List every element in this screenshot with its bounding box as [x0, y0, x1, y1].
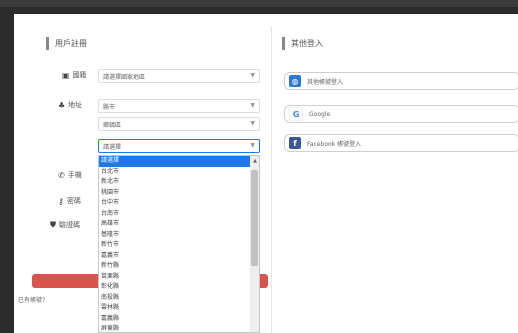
- left-title-text: 用戶註冊: [55, 39, 87, 48]
- password-label-text: 密碼: [66, 197, 81, 205]
- chevron-down-icon: ▼: [250, 120, 255, 127]
- register-modal: 用戶註冊 其他登入 ▣ 國籍 請選擇國家地區 ▼ ♣ 地址 縣市 ▼ 鄉鎮區 ▼…: [14, 14, 518, 333]
- shield-icon: ⛊: [50, 220, 56, 229]
- dropdown-option[interactable]: 屏東縣: [99, 324, 259, 332]
- globe-icon: ◍: [289, 75, 301, 87]
- dropdown-scrollbar[interactable]: ▲: [250, 156, 259, 332]
- dropdown-option[interactable]: 南投縣: [99, 293, 259, 304]
- city-select[interactable]: 縣市 ▼: [98, 99, 260, 113]
- nationality-select[interactable]: 請選擇國家地區 ▼: [98, 69, 260, 83]
- district-value: 鄉鎮區: [103, 122, 122, 129]
- nationality-label-text: 國籍: [72, 71, 87, 79]
- key-icon: ⚷: [58, 196, 64, 206]
- dropdown-option[interactable]: 請選擇: [99, 156, 259, 167]
- row-address-label: ♣ 地址: [58, 100, 82, 110]
- top-bar: [0, 0, 518, 7]
- dropdown-option[interactable]: 苗栗縣: [99, 272, 259, 283]
- row-captcha-label: ⛊ 驗證碼: [50, 220, 80, 230]
- building-icon: ♣: [58, 100, 66, 110]
- dropdown-option[interactable]: 新竹縣: [99, 261, 259, 272]
- dropdown-scroll-thumb[interactable]: [251, 170, 258, 266]
- dropdown-option[interactable]: 新竹市: [99, 240, 259, 251]
- dropdown-option[interactable]: 雲林縣: [99, 303, 259, 314]
- social-label: Facebook 帳號登入: [307, 140, 362, 148]
- nationality-value: 請選擇國家地區: [103, 74, 146, 81]
- right-section-title: 其他登入: [282, 37, 323, 50]
- social-login-google[interactable]: G Google: [284, 105, 518, 123]
- login-link[interactable]: 已有帳號?: [18, 295, 45, 304]
- chevron-down-icon: ▼: [250, 142, 255, 149]
- social-login-other[interactable]: ◍ 其他帳號登入: [284, 72, 518, 90]
- dropdown-option[interactable]: 台中市: [99, 198, 259, 209]
- dropdown-option[interactable]: 基隆市: [99, 230, 259, 241]
- city-value: 縣市: [103, 104, 116, 111]
- dropdown-option[interactable]: 桃園市: [99, 188, 259, 199]
- dropdown-option[interactable]: 嘉義市: [99, 251, 259, 262]
- google-icon: G: [289, 107, 303, 121]
- dropdown-option[interactable]: 台北市: [99, 167, 259, 178]
- row-password-label: ⚷ 密碼: [58, 196, 81, 206]
- left-section-title: 用戶註冊: [46, 37, 87, 50]
- area-select[interactable]: 請選擇 ▼: [98, 139, 260, 153]
- right-title-text: 其他登入: [291, 39, 323, 48]
- social-login-facebook[interactable]: f Facebook 帳號登入: [284, 134, 518, 152]
- flag-icon: ▣: [62, 70, 70, 80]
- title-accent-bar: [46, 37, 49, 50]
- captcha-label-text: 驗證碼: [59, 221, 80, 229]
- title-accent-bar: [282, 37, 285, 50]
- dropdown-option[interactable]: 高雄市: [99, 219, 259, 230]
- row-phone-label: ✆ 手機: [58, 170, 82, 180]
- phone-label-text: 手機: [67, 171, 82, 179]
- social-label: 其他帳號登入: [307, 78, 344, 86]
- address-label-text: 地址: [68, 101, 83, 109]
- district-select[interactable]: 鄉鎮區 ▼: [98, 117, 260, 131]
- dropdown-option[interactable]: 嘉義縣: [99, 314, 259, 325]
- chevron-down-icon: ▼: [250, 72, 255, 79]
- area-value: 請選擇: [103, 144, 122, 151]
- area-dropdown-list[interactable]: 請選擇 台北市 新北市 桃園市 台中市 台南市 高雄市 基隆市 新竹市 嘉義市 新竹縣 苗栗縣 彰化縣南…: [98, 155, 260, 333]
- social-label: Google: [309, 110, 331, 118]
- chevron-down-icon: ▼: [250, 102, 255, 109]
- dropdown-option[interactable]: 新北市: [99, 177, 259, 188]
- phone-icon: ✆: [58, 170, 65, 180]
- facebook-icon: f: [289, 137, 301, 149]
- dropdown-option[interactable]: 彰化縣: [99, 282, 259, 293]
- row-nationality-label: ▣ 國籍: [62, 70, 87, 80]
- scroll-up-icon[interactable]: ▲: [253, 158, 257, 164]
- section-divider: [271, 26, 272, 333]
- dropdown-option[interactable]: 台南市: [99, 209, 259, 220]
